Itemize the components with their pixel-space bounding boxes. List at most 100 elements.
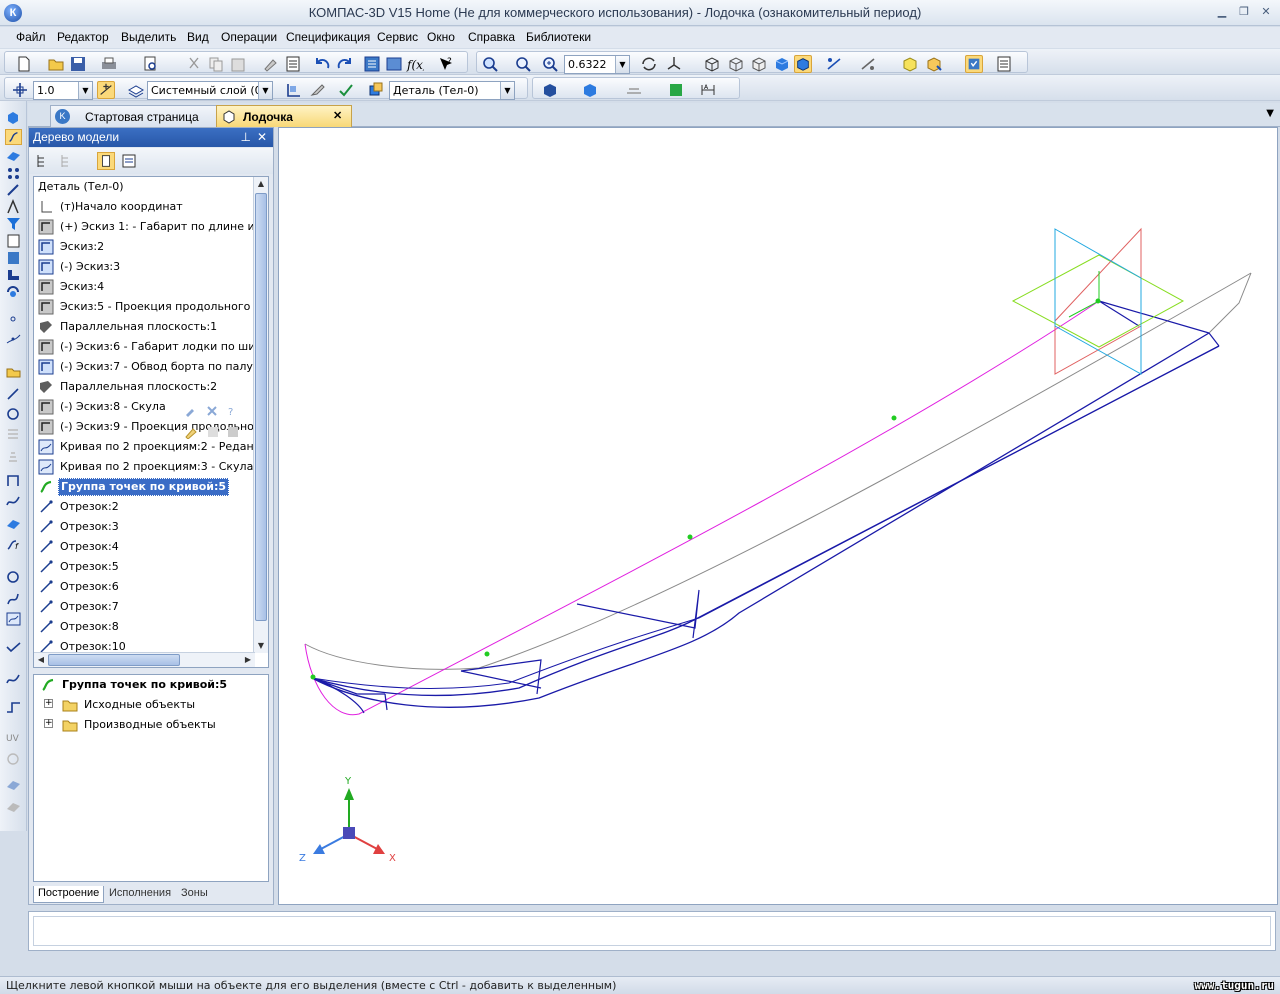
delete-icon[interactable] — [206, 405, 218, 417]
surface-edge-icon[interactable] — [5, 777, 22, 793]
rotate-icon[interactable] — [640, 55, 658, 73]
manager-icon[interactable] — [363, 55, 381, 73]
points-on-curve-icon[interactable] — [5, 331, 22, 347]
viewport-canvas[interactable]: Y X Z — [279, 128, 1279, 906]
tab-zones[interactable]: Зоны — [177, 886, 212, 903]
tree-item[interactable]: (-) Эскиз:7 - Обвод борта по палубе — [34, 357, 266, 377]
properties-item-derived[interactable]: + Производные объекты — [38, 715, 266, 735]
relations-icon[interactable]: ? — [226, 405, 238, 417]
help-cursor-icon[interactable]: ? — [437, 55, 455, 73]
menu-help[interactable]: Справка — [468, 30, 515, 44]
menu-service[interactable]: Сервис — [377, 30, 418, 44]
print-icon[interactable] — [100, 55, 118, 73]
line-segment-icon[interactable] — [5, 386, 22, 402]
elements-icon[interactable] — [5, 284, 22, 300]
tree-item[interactable]: Эскиз:4 — [34, 277, 252, 297]
step-combo[interactable]: 1.0 ▼ — [33, 81, 93, 100]
helix-icon[interactable] — [5, 426, 22, 442]
tab-document-boat[interactable]: Лодочка ✕ — [216, 105, 352, 127]
axis-triad[interactable]: Y X Z — [299, 776, 396, 864]
scroll-down-icon[interactable]: ▼ — [254, 639, 268, 653]
tab-start-page[interactable]: K Стартовая страница — [50, 105, 226, 127]
tree-item[interactable]: Отрезок:6 — [34, 577, 252, 597]
offset-curve-icon[interactable] — [5, 671, 22, 687]
aux-geometry-icon[interactable] — [5, 182, 22, 198]
zoom-all-icon[interactable] — [514, 55, 532, 73]
menu-operations[interactable]: Операции — [221, 30, 277, 44]
tabs-menu-chevron-icon[interactable]: ▼ — [1266, 108, 1274, 119]
wireframe-icon[interactable] — [703, 55, 721, 73]
mcs-icon[interactable] — [625, 81, 643, 99]
close-tab-icon[interactable]: ✕ — [333, 109, 342, 122]
tree-horizontal-scroll-thumb[interactable] — [48, 654, 180, 666]
dimensions-icon[interactable] — [5, 199, 22, 215]
detail-combo[interactable]: Деталь (Тел-0) ▼ — [389, 81, 515, 100]
spatial-curves-icon[interactable] — [5, 129, 22, 145]
scroll-left-icon[interactable]: ◀ — [34, 653, 48, 667]
hidden-lines-icon[interactable] — [727, 55, 745, 73]
zoom-scale-icon[interactable] — [541, 55, 559, 73]
tree-item[interactable]: Эскиз:5 - Проекция продольного ред — [34, 297, 268, 317]
measure-icon[interactable] — [5, 267, 22, 283]
split-curve-icon[interactable] — [5, 799, 22, 815]
model-viewport[interactable]: Y X Z — [278, 127, 1278, 905]
tree-item[interactable]: Параллельная плоскость:2 — [34, 377, 252, 397]
edit-icon[interactable] — [184, 405, 196, 417]
layer-icon[interactable] — [127, 81, 145, 99]
menu-editor[interactable]: Редактор — [57, 30, 109, 44]
material-icon[interactable] — [581, 81, 599, 99]
tree-item[interactable]: (т)Начало координат — [34, 197, 252, 217]
snap-icon[interactable] — [97, 81, 115, 99]
tree-horizontal-scrollbar[interactable]: ◀ ▶ — [34, 652, 255, 667]
mass-icon[interactable] — [667, 81, 685, 99]
undo-icon[interactable] — [314, 55, 332, 73]
tree-item[interactable]: (-) Эскиз:3 — [34, 257, 252, 277]
menu-specification[interactable]: Спецификация — [286, 30, 370, 44]
tree-item[interactable]: Отрезок:7 — [34, 597, 252, 617]
light-icon[interactable] — [925, 55, 943, 73]
chevron-down-icon[interactable]: ▼ — [78, 82, 92, 99]
tree-item[interactable]: Группа точек по кривой:5 — [34, 477, 252, 497]
properties-icon[interactable] — [284, 55, 302, 73]
tree-item[interactable]: Отрезок:4 — [34, 537, 252, 557]
paste-icon[interactable] — [229, 55, 247, 73]
color-icon[interactable] — [541, 81, 559, 99]
import-points-icon[interactable] — [5, 363, 22, 379]
orientation-icon[interactable] — [665, 55, 683, 73]
shaded-icon[interactable] — [773, 55, 791, 73]
tree-item[interactable]: Отрезок:5 — [34, 557, 252, 577]
tab-versions[interactable]: Исполнения — [105, 886, 175, 903]
rebuild-icon[interactable] — [337, 81, 355, 99]
close-panel-icon[interactable]: ✕ — [257, 130, 267, 144]
tree-item[interactable]: Отрезок:8 — [34, 617, 252, 637]
tree-item[interactable]: Кривая по 2 проекциям:3 - Скула — [34, 457, 253, 477]
sketch-mode-icon[interactable] — [285, 81, 303, 99]
scroll-right-icon[interactable]: ▶ — [241, 653, 255, 667]
expand-icon[interactable]: + — [44, 699, 53, 708]
view-cube-icon[interactable] — [901, 55, 919, 73]
intersection-curve-icon[interactable] — [5, 569, 22, 585]
menu-window[interactable]: Окно — [427, 30, 455, 44]
tree-vertical-scrollbar[interactable]: ▲ ▼ — [253, 177, 268, 653]
restore-icon[interactable]: ❐ — [1237, 6, 1251, 19]
point-icon[interactable] — [5, 311, 22, 327]
iso-curve-icon[interactable] — [5, 751, 22, 767]
tree-toggle-icon[interactable] — [965, 55, 983, 73]
polyline-icon[interactable] — [5, 473, 22, 489]
variables-icon[interactable]: f(x) — [406, 55, 424, 73]
tree-item[interactable]: (-) Эскиз:6 - Габарит лодки по шири — [34, 337, 268, 357]
tree-item[interactable]: Эскиз:2 — [34, 237, 252, 257]
step-cursor-icon[interactable] — [11, 81, 29, 99]
properties-item-source[interactable]: + Исходные объекты — [38, 695, 266, 715]
uv-curve-icon[interactable]: UV — [5, 729, 22, 745]
library-manager-icon[interactable] — [385, 55, 403, 73]
spec-icon[interactable] — [5, 233, 22, 249]
tree-vertical-scroll-thumb[interactable] — [255, 193, 267, 621]
tree-item[interactable]: Параллельная плоскость:1 — [34, 317, 252, 337]
tree-structure-icon[interactable] — [59, 153, 75, 169]
open-folder-icon[interactable] — [47, 55, 65, 73]
save-icon[interactable] — [69, 55, 87, 73]
conic-helix-icon[interactable] — [5, 448, 22, 464]
perspective-icon[interactable] — [859, 55, 877, 73]
surfaces-icon[interactable] — [5, 148, 22, 164]
